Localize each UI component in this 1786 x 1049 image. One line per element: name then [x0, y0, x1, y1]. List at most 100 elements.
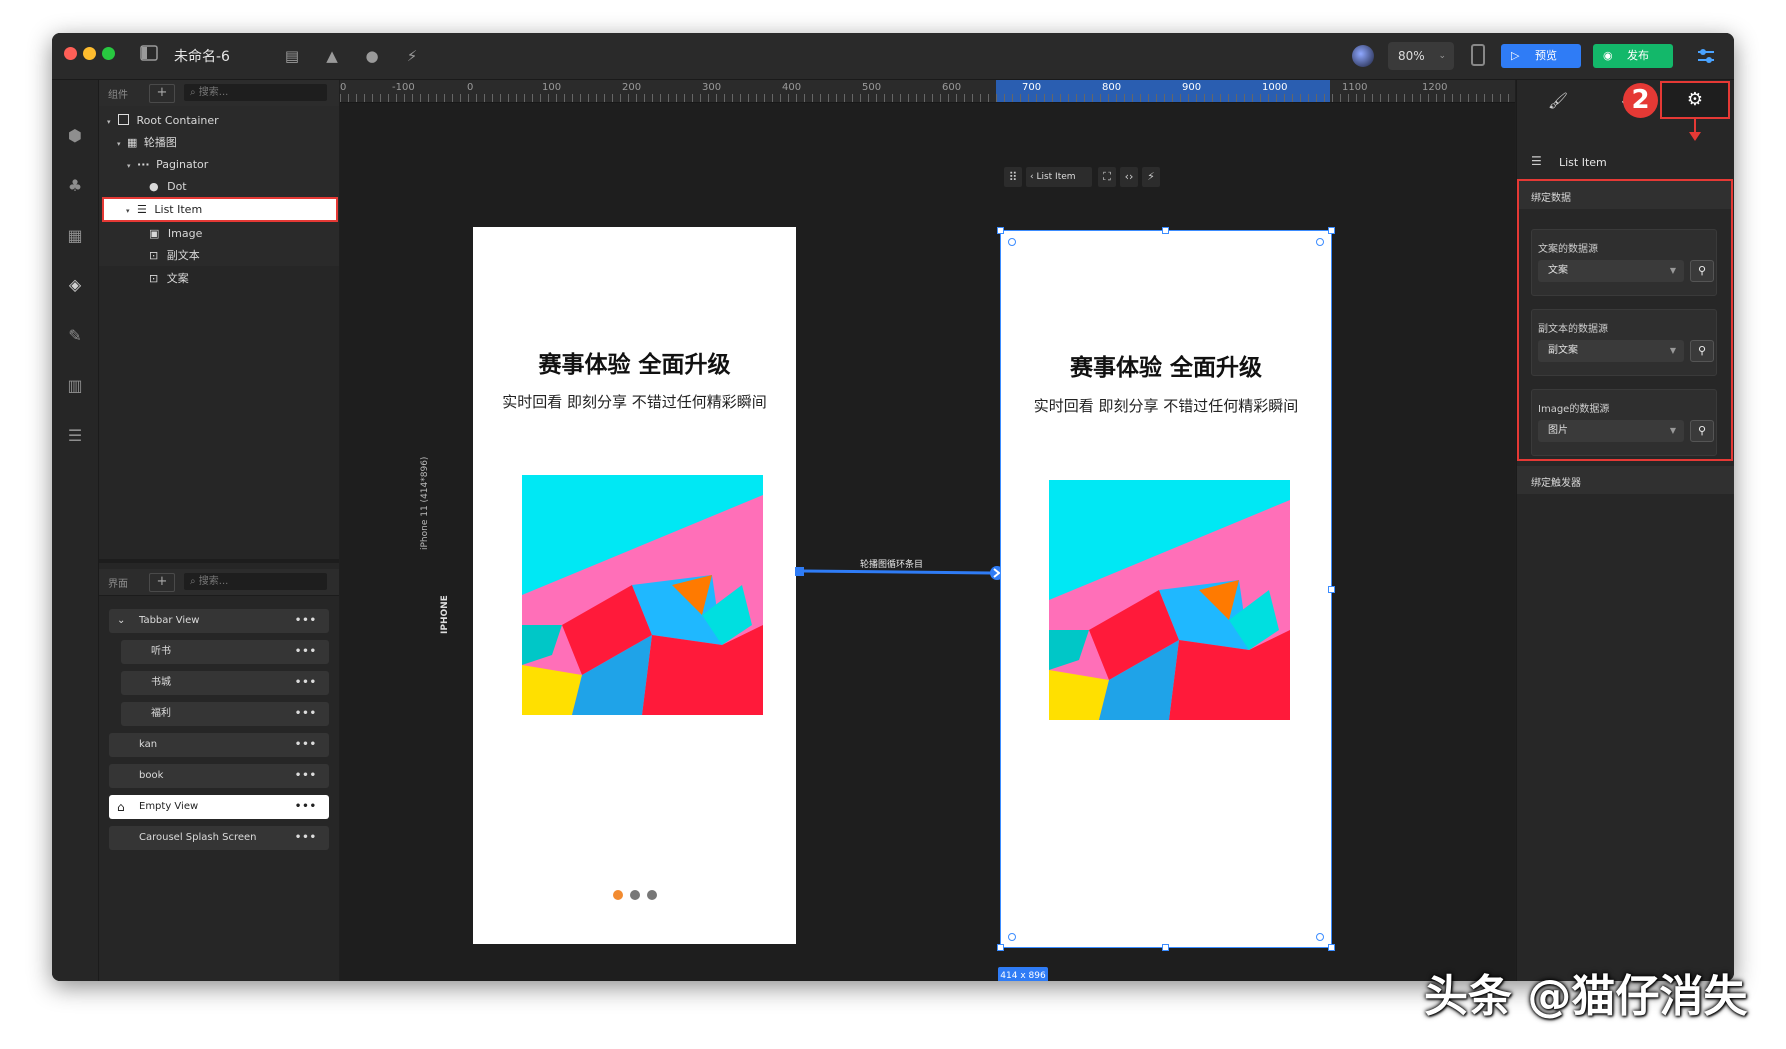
- layout-grid-icon[interactable]: ▦: [63, 224, 87, 248]
- components-header-label: 组件: [108, 90, 128, 101]
- zoom-select[interactable]: 80% ⌄: [1388, 42, 1454, 70]
- page-item-empty-view[interactable]: ⌂ Empty View •••: [109, 795, 329, 819]
- component-search-input[interactable]: ⌕ 搜索...: [184, 84, 327, 101]
- resize-handle-nw[interactable]: [997, 227, 1004, 234]
- ellipsis-icon: ···: [137, 158, 150, 171]
- bind-data-header[interactable]: 绑定数据: [1519, 181, 1731, 209]
- ruler-ticks: [340, 94, 1515, 102]
- properties-panel: 🖌 ◆ ⚙ 2 ☰ List Item 绑定数据 文案的数据源 文案▼ ⚲ 副文…: [1516, 80, 1734, 981]
- corner-radius-handle[interactable]: [1316, 238, 1324, 246]
- device-size-label: iPhone 11 (414*896): [420, 456, 430, 550]
- resize-handle-e[interactable]: [1328, 586, 1335, 593]
- more-icon[interactable]: •••: [295, 640, 317, 664]
- database-icon: ☰: [137, 203, 147, 216]
- more-icon[interactable]: •••: [295, 609, 317, 633]
- tree-item-image[interactable]: ▣ Image: [149, 223, 202, 245]
- corner-radius-handle[interactable]: [1316, 933, 1324, 941]
- ruler-label: 1000: [1262, 82, 1288, 93]
- caret-down-icon: ▾: [126, 207, 130, 215]
- device-type-label: IPHONE: [440, 595, 450, 634]
- panel-divider[interactable]: [99, 559, 339, 563]
- page-item-book[interactable]: book •••: [109, 764, 329, 788]
- artboard-list-item[interactable]: 赛事体验 全面升级 实时回看 即刻分享 不错过任何精彩瞬间: [1000, 230, 1332, 948]
- more-icon[interactable]: •••: [295, 795, 317, 819]
- bind-source-button[interactable]: ⚲: [1690, 260, 1714, 282]
- tree-item-carousel[interactable]: ▾ ▦ 轮播图: [117, 132, 177, 154]
- resize-handle-s[interactable]: [1162, 944, 1169, 951]
- close-window-button[interactable]: [64, 47, 77, 60]
- parent-selector-button[interactable]: ‹ List Item: [1026, 167, 1092, 187]
- artboard-carousel[interactable]: 赛事体验 全面升级 实时回看 即刻分享 不错过任何精彩瞬间: [473, 227, 796, 944]
- ruler-label: 600: [942, 82, 962, 93]
- corner-radius-handle[interactable]: [1008, 238, 1016, 246]
- drive-icon[interactable]: ▲: [321, 45, 343, 67]
- ruler-label: 200: [622, 82, 642, 93]
- list-item-image: [1049, 480, 1290, 720]
- tree-item-subtext[interactable]: ⊡ 副文本: [149, 245, 200, 267]
- page-item-listen[interactable]: 听书 •••: [121, 640, 329, 664]
- shapes-group-icon[interactable]: ♣: [63, 174, 87, 198]
- publish-button[interactable]: ◉ 发布: [1593, 44, 1673, 68]
- fit-frame-icon[interactable]: ⛶: [1098, 167, 1116, 187]
- drag-handle-icon[interactable]: ⠿: [1004, 167, 1022, 187]
- chevron-down-icon: ⌄: [1438, 51, 1446, 61]
- lightning-icon[interactable]: ⚡: [1142, 167, 1160, 187]
- bind-source-button[interactable]: ⚲: [1690, 420, 1714, 442]
- page-item-kan[interactable]: kan •••: [109, 733, 329, 757]
- size-badge: 414 x 896: [998, 967, 1048, 981]
- resize-handle-se[interactable]: [1328, 944, 1335, 951]
- code-icon[interactable]: ‹›: [1120, 167, 1138, 187]
- paginator-dot-active[interactable]: [613, 890, 623, 900]
- page-layout-icon[interactable]: ▥: [63, 374, 87, 398]
- image-source-select[interactable]: 图片 ▼: [1538, 420, 1684, 442]
- preview-button[interactable]: ▷ 预览: [1501, 44, 1581, 68]
- tree-item-root-container[interactable]: ▾ Root Container: [107, 110, 219, 132]
- sidebar-toggle-icon[interactable]: [138, 45, 160, 67]
- page-search-input[interactable]: ⌕ 搜索...: [184, 573, 327, 590]
- more-icon[interactable]: •••: [295, 671, 317, 695]
- list-icon[interactable]: ☰: [63, 424, 87, 448]
- shapes-icon[interactable]: ●: [361, 45, 383, 67]
- tree-item-dot[interactable]: ● Dot: [149, 176, 187, 198]
- style-brush-icon[interactable]: 🖌: [1523, 84, 1593, 118]
- resize-handle-sw[interactable]: [997, 944, 1004, 951]
- minimize-window-button[interactable]: [83, 47, 96, 60]
- bind-source-button[interactable]: ⚲: [1690, 340, 1714, 362]
- tree-item-list-item[interactable]: ▾ ☰ List Item: [102, 197, 338, 222]
- square-icon: [118, 114, 130, 125]
- left-toolbar: ⬢ ♣ ▦ ◈ ✎ ▥ ☰: [52, 80, 99, 981]
- page-item-tabbar-view[interactable]: ⌄ Tabbar View •••: [109, 609, 329, 633]
- device-icon[interactable]: [1471, 44, 1485, 66]
- more-icon[interactable]: •••: [295, 764, 317, 788]
- bind-trigger-header[interactable]: 绑定触发器: [1517, 466, 1734, 494]
- document-title: 未命名-6: [174, 49, 230, 65]
- data-binding-tab[interactable]: ⚙: [1660, 81, 1730, 119]
- tree-item-copy-text[interactable]: ⊡ 文案: [149, 268, 189, 290]
- resize-handle-ne[interactable]: [1328, 227, 1335, 234]
- resize-handle-n[interactable]: [1162, 227, 1169, 234]
- paginator-dot[interactable]: [647, 890, 657, 900]
- maximize-window-button[interactable]: [102, 47, 115, 60]
- corner-radius-handle[interactable]: [1008, 933, 1016, 941]
- subtext-source-select[interactable]: 副文案 ▼: [1538, 340, 1684, 362]
- copy-source-select[interactable]: 文案 ▼: [1538, 260, 1684, 282]
- lightning-icon[interactable]: ⚡: [401, 45, 423, 67]
- pin-icon[interactable]: ✎: [63, 324, 87, 348]
- page-item-carousel-splash[interactable]: Carousel Splash Screen •••: [109, 826, 329, 850]
- more-icon[interactable]: •••: [295, 702, 317, 726]
- page-item-bookstore[interactable]: 书城 •••: [121, 671, 329, 695]
- avatar[interactable]: [1352, 45, 1374, 67]
- design-canvas[interactable]: 0 -100 0 100 200 300 400 500 600 700 800…: [340, 80, 1515, 981]
- more-icon[interactable]: •••: [295, 826, 317, 850]
- page-item-welfare[interactable]: 福利 •••: [121, 702, 329, 726]
- search-icon: ⌕: [190, 87, 199, 98]
- layers-icon[interactable]: ◈: [63, 273, 87, 297]
- add-page-button[interactable]: +: [149, 573, 175, 592]
- document-icon[interactable]: ▤: [281, 45, 303, 67]
- add-component-button[interactable]: +: [149, 84, 175, 103]
- component-cube-icon[interactable]: ⬢: [63, 124, 87, 148]
- tree-item-paginator[interactable]: ▾ ··· Paginator: [127, 154, 208, 176]
- paginator-dot[interactable]: [630, 890, 640, 900]
- settings-sliders-icon[interactable]: [1695, 45, 1717, 67]
- more-icon[interactable]: •••: [295, 733, 317, 757]
